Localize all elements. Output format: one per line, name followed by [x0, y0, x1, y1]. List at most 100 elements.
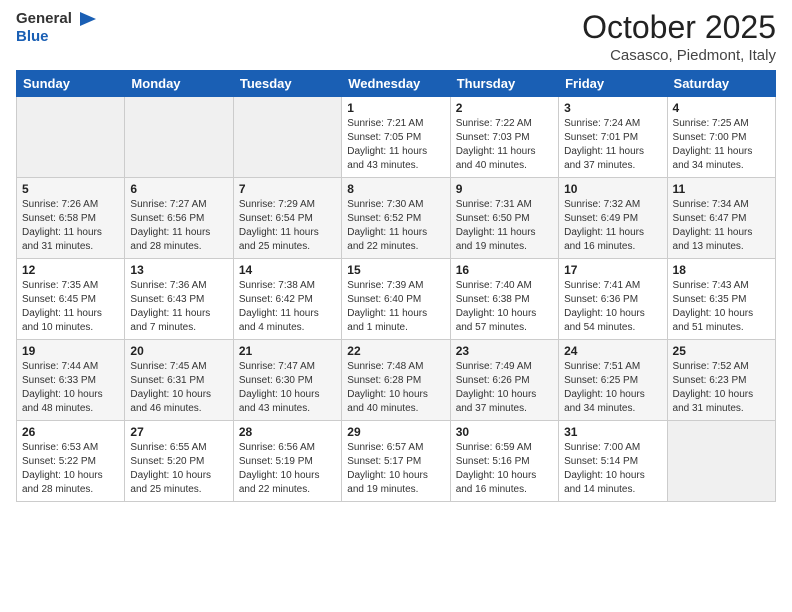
day-number: 25	[673, 344, 770, 358]
day-info: Sunrise: 7:40 AMSunset: 6:38 PMDaylight:…	[456, 279, 553, 335]
col-thursday: Thursday	[450, 71, 558, 97]
day-info: Sunrise: 7:30 AMSunset: 6:52 PMDaylight:…	[347, 198, 444, 254]
table-row: 31Sunrise: 7:00 AMSunset: 5:14 PMDayligh…	[559, 421, 667, 502]
day-number: 13	[130, 263, 227, 277]
month-title: October 2025	[582, 10, 776, 45]
day-info: Sunrise: 6:56 AMSunset: 5:19 PMDaylight:…	[239, 441, 336, 497]
day-number: 17	[564, 263, 661, 277]
day-info: Sunrise: 7:49 AMSunset: 6:26 PMDaylight:…	[456, 360, 553, 416]
logo: General Blue	[16, 10, 96, 46]
table-row: 4 Sunrise: 7:25 AMSunset: 7:00 PMDaylight…	[667, 97, 775, 178]
day-info: Sunrise: 7:22 AMSunset: 7:03 PMDaylight:…	[456, 117, 553, 173]
col-wednesday: Wednesday	[342, 71, 450, 97]
day-number: 8	[347, 182, 444, 196]
week-row-4: 26 Sunrise: 6:53 AMSunset: 5:22 PMDayligh…	[17, 421, 776, 502]
day-number: 1	[347, 101, 444, 115]
week-row-1: 5Sunrise: 7:26 AMSunset: 6:58 PMDaylight…	[17, 178, 776, 259]
title-block: October 2025 Casasco, Piedmont, Italy	[582, 10, 776, 64]
day-info: Sunrise: 7:32 AMSunset: 6:49 PMDaylight:…	[564, 198, 661, 254]
day-number: 21	[239, 344, 336, 358]
table-row: 11Sunrise: 7:34 AMSunset: 6:47 PMDayligh…	[667, 178, 775, 259]
table-row: 24 Sunrise: 7:51 AMSunset: 6:25 PMDayligh…	[559, 340, 667, 421]
table-row: 26 Sunrise: 6:53 AMSunset: 5:22 PMDayligh…	[17, 421, 125, 502]
day-number: 26	[22, 425, 119, 439]
table-row	[233, 97, 341, 178]
day-number: 3	[564, 101, 661, 115]
col-friday: Friday	[559, 71, 667, 97]
day-number: 9	[456, 182, 553, 196]
table-row	[17, 97, 125, 178]
day-number: 20	[130, 344, 227, 358]
day-number: 23	[456, 344, 553, 358]
table-row: 19Sunrise: 7:44 AMSunset: 6:33 PMDayligh…	[17, 340, 125, 421]
table-row: 23 Sunrise: 7:49 AMSunset: 6:26 PMDayligh…	[450, 340, 558, 421]
calendar-table: Sunday Monday Tuesday Wednesday Thursday…	[16, 70, 776, 502]
day-number: 4	[673, 101, 770, 115]
week-row-0: 1 Sunrise: 7:21 AMSunset: 7:05 PMDaylight…	[17, 97, 776, 178]
day-info: Sunrise: 7:41 AMSunset: 6:36 PMDaylight:…	[564, 279, 661, 335]
day-number: 15	[347, 263, 444, 277]
table-row: 8 Sunrise: 7:30 AMSunset: 6:52 PMDaylight…	[342, 178, 450, 259]
calendar-header-row: Sunday Monday Tuesday Wednesday Thursday…	[17, 71, 776, 97]
day-info: Sunrise: 7:21 AMSunset: 7:05 PMDaylight:…	[347, 117, 444, 173]
day-number: 2	[456, 101, 553, 115]
day-info: Sunrise: 7:45 AMSunset: 6:31 PMDaylight:…	[130, 360, 227, 416]
day-info: Sunrise: 7:51 AMSunset: 6:25 PMDaylight:…	[564, 360, 661, 416]
table-row: 29 Sunrise: 6:57 AMSunset: 5:17 PMDayligh…	[342, 421, 450, 502]
week-row-2: 12 Sunrise: 7:35 AMSunset: 6:45 PMDayligh…	[17, 259, 776, 340]
table-row	[125, 97, 233, 178]
day-number: 30	[456, 425, 553, 439]
day-info: Sunrise: 6:53 AMSunset: 5:22 PMDaylight:…	[22, 441, 119, 497]
day-number: 10	[564, 182, 661, 196]
table-row: 16Sunrise: 7:40 AMSunset: 6:38 PMDayligh…	[450, 259, 558, 340]
day-info: Sunrise: 7:43 AMSunset: 6:35 PMDaylight:…	[673, 279, 770, 335]
day-info: Sunrise: 7:36 AMSunset: 6:43 PMDaylight:…	[130, 279, 227, 335]
table-row: 9 Sunrise: 7:31 AMSunset: 6:50 PMDaylight…	[450, 178, 558, 259]
table-row: 17 Sunrise: 7:41 AMSunset: 6:36 PMDayligh…	[559, 259, 667, 340]
col-saturday: Saturday	[667, 71, 775, 97]
col-monday: Monday	[125, 71, 233, 97]
logo-general: General	[16, 10, 72, 27]
day-info: Sunrise: 7:52 AMSunset: 6:23 PMDaylight:…	[673, 360, 770, 416]
table-row	[667, 421, 775, 502]
day-info: Sunrise: 7:47 AMSunset: 6:30 PMDaylight:…	[239, 360, 336, 416]
day-number: 28	[239, 425, 336, 439]
day-info: Sunrise: 7:48 AMSunset: 6:28 PMDaylight:…	[347, 360, 444, 416]
table-row: 7Sunrise: 7:29 AMSunset: 6:54 PMDaylight…	[233, 178, 341, 259]
day-info: Sunrise: 7:29 AMSunset: 6:54 PMDaylight:…	[239, 198, 336, 254]
table-row: 12 Sunrise: 7:35 AMSunset: 6:45 PMDayligh…	[17, 259, 125, 340]
day-number: 24	[564, 344, 661, 358]
day-info: Sunrise: 6:59 AMSunset: 5:16 PMDaylight:…	[456, 441, 553, 497]
table-row: 6 Sunrise: 7:27 AMSunset: 6:56 PMDaylight…	[125, 178, 233, 259]
day-number: 6	[130, 182, 227, 196]
day-number: 12	[22, 263, 119, 277]
table-row: 30 Sunrise: 6:59 AMSunset: 5:16 PMDayligh…	[450, 421, 558, 502]
day-info: Sunrise: 7:34 AMSunset: 6:47 PMDaylight:…	[673, 198, 770, 254]
table-row: 22Sunrise: 7:48 AMSunset: 6:28 PMDayligh…	[342, 340, 450, 421]
table-row: 27Sunrise: 6:55 AMSunset: 5:20 PMDayligh…	[125, 421, 233, 502]
table-row: 25 Sunrise: 7:52 AMSunset: 6:23 PMDayligh…	[667, 340, 775, 421]
location: Casasco, Piedmont, Italy	[582, 47, 776, 64]
day-number: 29	[347, 425, 444, 439]
day-info: Sunrise: 6:57 AMSunset: 5:17 PMDaylight:…	[347, 441, 444, 497]
day-number: 27	[130, 425, 227, 439]
day-number: 18	[673, 263, 770, 277]
day-info: Sunrise: 7:25 AMSunset: 7:00 PMDaylight:…	[673, 117, 770, 173]
table-row: 13 Sunrise: 7:36 AMSunset: 6:43 PMDayligh…	[125, 259, 233, 340]
table-row: 20 Sunrise: 7:45 AMSunset: 6:31 PMDayligh…	[125, 340, 233, 421]
day-info: Sunrise: 7:24 AMSunset: 7:01 PMDaylight:…	[564, 117, 661, 173]
day-number: 31	[564, 425, 661, 439]
day-info: Sunrise: 7:35 AMSunset: 6:45 PMDaylight:…	[22, 279, 119, 335]
logo-blue: Blue	[16, 28, 49, 45]
day-info: Sunrise: 7:31 AMSunset: 6:50 PMDaylight:…	[456, 198, 553, 254]
day-info: Sunrise: 7:38 AMSunset: 6:42 PMDaylight:…	[239, 279, 336, 335]
day-info: Sunrise: 7:39 AMSunset: 6:40 PMDaylight:…	[347, 279, 444, 335]
day-info: Sunrise: 7:27 AMSunset: 6:56 PMDaylight:…	[130, 198, 227, 254]
table-row: 10 Sunrise: 7:32 AMSunset: 6:49 PMDayligh…	[559, 178, 667, 259]
table-row: 15 Sunrise: 7:39 AMSunset: 6:40 PMDayligh…	[342, 259, 450, 340]
col-tuesday: Tuesday	[233, 71, 341, 97]
day-info: Sunrise: 7:44 AMSunset: 6:33 PMDaylight:…	[22, 360, 119, 416]
table-row: 1 Sunrise: 7:21 AMSunset: 7:05 PMDaylight…	[342, 97, 450, 178]
page-header: General Blue October 2025 Casasco, Piedm…	[16, 10, 776, 64]
table-row: 28 Sunrise: 6:56 AMSunset: 5:19 PMDayligh…	[233, 421, 341, 502]
